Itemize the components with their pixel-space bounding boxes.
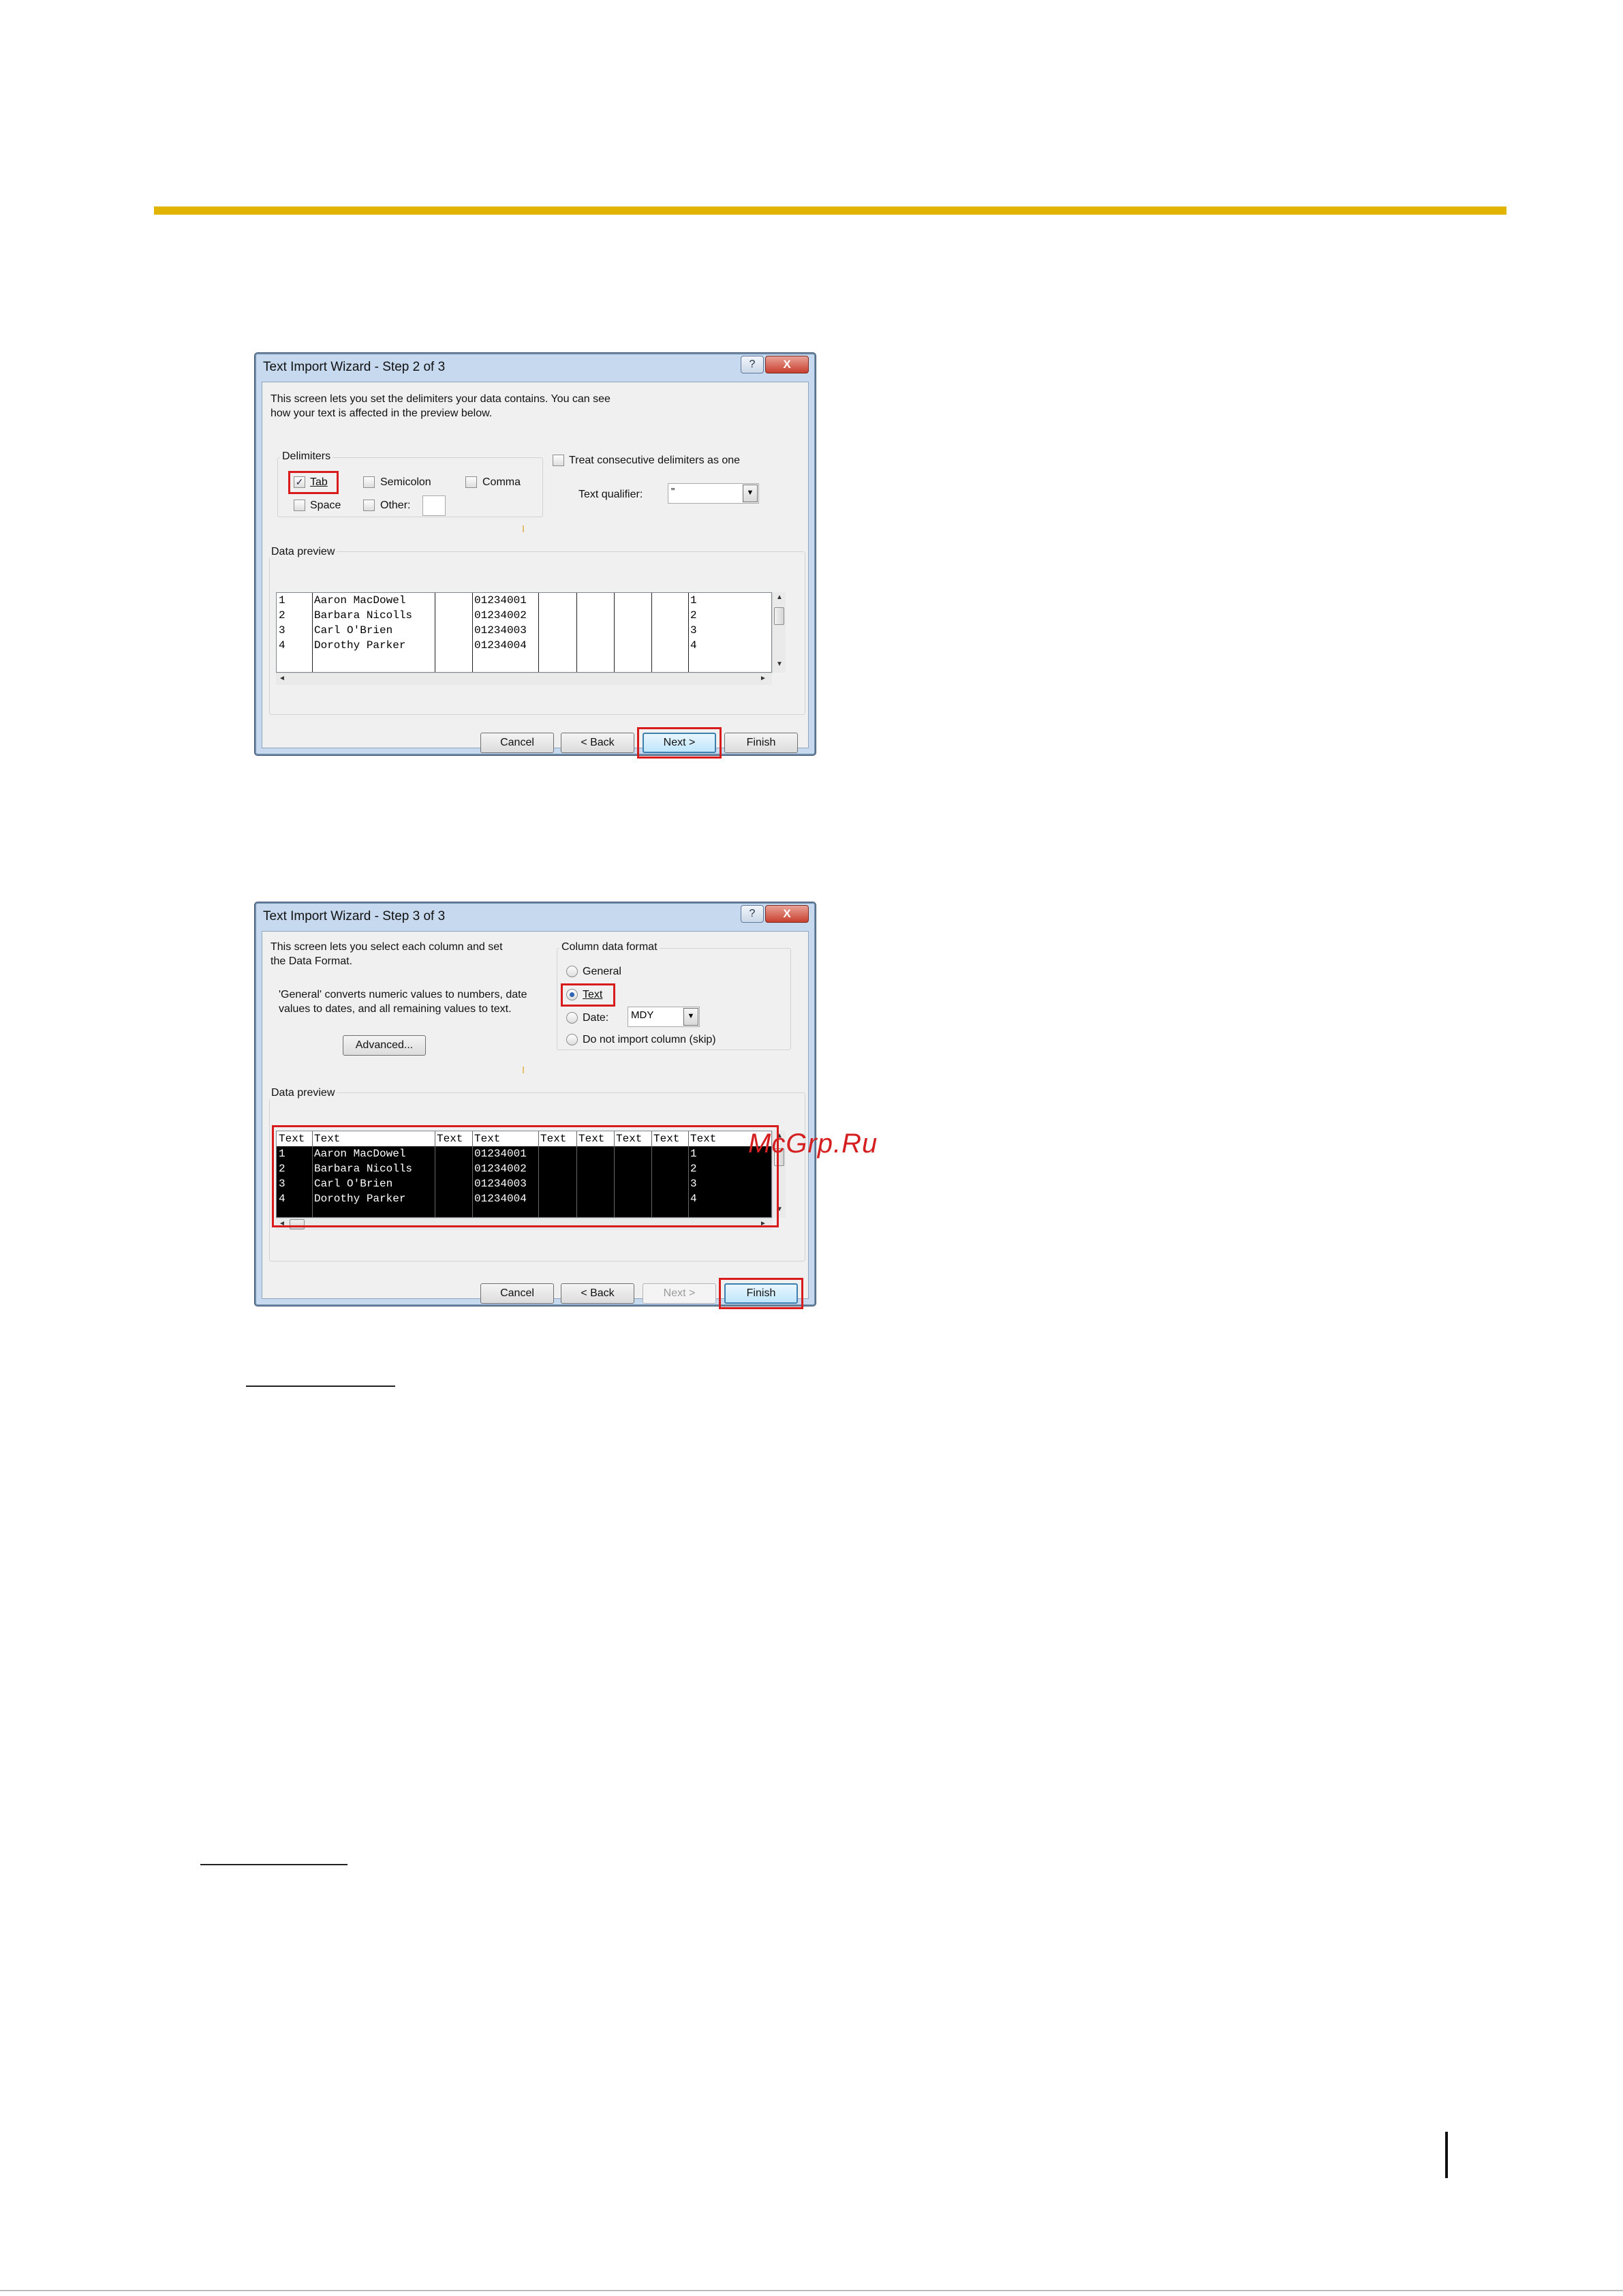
intro-text: This screen lets you set the delimiters … bbox=[270, 393, 610, 419]
dialog-title: Text Import Wizard - Step 2 of 3 bbox=[263, 360, 446, 374]
dialog-body: This screen lets you select each column … bbox=[262, 931, 809, 1309]
scroll-right-icon[interactable]: ► bbox=[760, 675, 767, 682]
qualifier-select[interactable]: " ▼ bbox=[668, 483, 759, 504]
next-button[interactable]: Next > bbox=[643, 1283, 716, 1304]
date-radio[interactable] bbox=[566, 1012, 578, 1024]
other-checkbox[interactable] bbox=[363, 500, 375, 511]
intro-text: This screen lets you select each column … bbox=[270, 941, 503, 967]
skip-label: Do not import column (skip) bbox=[583, 1034, 716, 1045]
page-number-marker bbox=[1445, 2132, 1448, 2178]
splitter-mark bbox=[523, 525, 524, 532]
cancel-button[interactable]: Cancel bbox=[480, 1283, 554, 1304]
cancel-button[interactable]: Cancel bbox=[480, 733, 554, 753]
scroll-up-icon[interactable]: ▲ bbox=[776, 594, 783, 601]
close-button[interactable]: X bbox=[765, 356, 809, 373]
text-import-wizard-step3: Text Import Wizard - Step 3 of 3 ? X Thi… bbox=[255, 902, 816, 1309]
space-checkbox[interactable] bbox=[294, 500, 305, 511]
scroll-thumb[interactable] bbox=[774, 607, 784, 625]
delimiters-label: Delimiters bbox=[280, 450, 333, 463]
help-button[interactable]: ? bbox=[741, 905, 764, 923]
finish-highlight-box bbox=[719, 1278, 803, 1309]
general-radio[interactable] bbox=[566, 966, 578, 977]
back-button[interactable]: < Back bbox=[561, 733, 634, 753]
watermark: McGrp.Ru bbox=[748, 1129, 878, 1159]
dialog-title: Text Import Wizard - Step 3 of 3 bbox=[263, 909, 446, 923]
space-label: Space bbox=[310, 500, 341, 511]
underline-mark bbox=[200, 1864, 347, 1865]
splitter-mark bbox=[523, 1067, 524, 1073]
other-label: Other: bbox=[380, 500, 411, 511]
data-preview-grid[interactable]: 1 Aaron MacDowel 01234001 1 2 Barbara Ni… bbox=[276, 592, 772, 673]
back-button[interactable]: < Back bbox=[561, 1283, 634, 1304]
scroll-left-icon[interactable]: ◄ bbox=[279, 675, 285, 682]
preview-highlight-box bbox=[272, 1125, 779, 1227]
close-button[interactable]: X bbox=[765, 905, 809, 923]
preview-row: 4 Dorothy Parker 01234004 4 bbox=[279, 639, 697, 652]
semicolon-label: Semicolon bbox=[380, 476, 431, 488]
comma-label: Comma bbox=[482, 476, 521, 488]
consecutive-checkbox[interactable] bbox=[553, 455, 564, 466]
preview-row: 3 Carl O'Brien 01234003 3 bbox=[279, 624, 697, 637]
consecutive-label: Treat consecutive delimiters as one bbox=[569, 455, 741, 466]
finish-button[interactable]: Finish bbox=[724, 733, 798, 753]
underline-mark bbox=[246, 1386, 395, 1387]
dialog-body: This screen lets you set the delimiters … bbox=[262, 382, 809, 759]
general-label: General bbox=[583, 966, 621, 977]
date-format-select[interactable]: MDY ▼ bbox=[628, 1007, 700, 1027]
advanced-button[interactable]: Advanced... bbox=[343, 1035, 426, 1056]
chevron-down-icon[interactable]: ▼ bbox=[683, 1008, 698, 1026]
header-rule bbox=[154, 206, 1506, 215]
comma-checkbox[interactable] bbox=[465, 476, 477, 488]
scroll-down-icon[interactable]: ▼ bbox=[776, 660, 783, 668]
text-highlight-box bbox=[561, 983, 615, 1007]
general-note: 'General' converts numeric values to num… bbox=[279, 989, 527, 1015]
help-button[interactable]: ? bbox=[741, 356, 764, 373]
qualifier-label: Text qualifier: bbox=[578, 489, 643, 500]
preview-row: 2 Barbara Nicolls 01234002 2 bbox=[279, 609, 697, 622]
semicolon-checkbox[interactable] bbox=[363, 476, 375, 488]
date-label: Date: bbox=[583, 1012, 609, 1024]
tab-highlight-box bbox=[288, 471, 339, 494]
next-highlight-box bbox=[637, 727, 722, 759]
other-input[interactable] bbox=[422, 495, 446, 516]
bottom-rule bbox=[0, 2290, 1623, 2291]
text-import-wizard-step2: Text Import Wizard - Step 2 of 3 ? X Thi… bbox=[255, 353, 816, 759]
skip-radio[interactable] bbox=[566, 1034, 578, 1045]
preview-row: 1 Aaron MacDowel 01234001 1 bbox=[279, 594, 697, 607]
preview-vertical-scrollbar[interactable]: ▲ ▼ bbox=[772, 592, 786, 673]
preview-label: Data preview bbox=[269, 1087, 337, 1099]
date-format-value: MDY bbox=[631, 1009, 654, 1021]
column-format-label: Column data format bbox=[559, 941, 660, 953]
preview-label: Data preview bbox=[269, 546, 337, 558]
preview-horizontal-scrollbar[interactable]: ◄ ► bbox=[276, 673, 772, 685]
qualifier-value: " bbox=[671, 486, 675, 498]
chevron-down-icon[interactable]: ▼ bbox=[743, 485, 758, 502]
